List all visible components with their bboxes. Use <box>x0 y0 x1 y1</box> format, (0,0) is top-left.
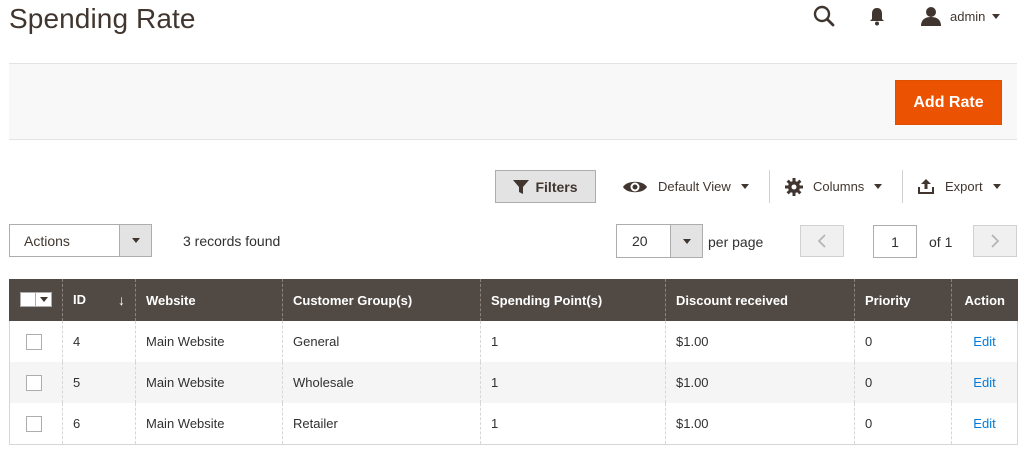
table-row[interactable]: 4 Main Website General 1 $1.00 0 Edit <box>9 321 1018 362</box>
chevron-down-icon <box>874 184 883 189</box>
search-icon[interactable] <box>812 4 836 28</box>
column-header-id[interactable]: ID ↓ <box>62 279 136 321</box>
columns-dropdown[interactable]: Columns <box>785 170 883 203</box>
chevron-down-icon <box>740 184 749 189</box>
table-row[interactable]: 6 Main Website Retailer 1 $1.00 0 Edit <box>9 403 1018 445</box>
records-count: 3 records found <box>183 233 281 249</box>
cell-customer-group: Wholesale <box>282 362 481 403</box>
chevron-left-icon <box>817 234 826 248</box>
chevron-right-icon <box>991 234 1000 248</box>
user-menu[interactable]: admin <box>920 4 1001 28</box>
mass-actions-dropdown[interactable]: Actions <box>9 224 152 257</box>
cell-id: 6 <box>62 403 136 445</box>
chevron-down-icon <box>682 238 691 244</box>
column-header-discount-received[interactable]: Discount received <box>665 279 855 321</box>
cell-discount: $1.00 <box>665 362 855 403</box>
cell-spending-points: 1 <box>480 321 666 362</box>
cell-website: Main Website <box>135 321 283 362</box>
current-page-input[interactable] <box>873 225 917 258</box>
cell-priority: 0 <box>854 403 952 445</box>
row-checkbox[interactable] <box>26 415 42 432</box>
sort-arrow-icon: ↓ <box>118 292 125 308</box>
toolbar-divider <box>769 170 770 203</box>
filters-label: Filters <box>535 178 578 195</box>
gear-icon <box>785 177 803 196</box>
cell-priority: 0 <box>854 362 952 403</box>
column-header-action: Action <box>951 279 1018 321</box>
mass-select-header <box>9 279 63 321</box>
chevron-down-icon <box>992 184 1001 189</box>
column-header-customer-groups[interactable]: Customer Group(s) <box>282 279 481 321</box>
cell-customer-group: General <box>282 321 481 362</box>
export-dropdown[interactable]: Export <box>917 170 1001 203</box>
mass-select-checkbox[interactable] <box>20 291 52 307</box>
cell-id: 5 <box>62 362 136 403</box>
bell-icon[interactable] <box>866 5 888 27</box>
row-checkbox[interactable] <box>26 374 42 391</box>
default-view-label: Default View <box>658 179 731 194</box>
export-icon <box>918 178 934 194</box>
user-name: admin <box>950 8 986 24</box>
per-page-label: per page <box>708 234 764 250</box>
grid-toolbar: Filters Default View Columns Export <box>0 170 1031 204</box>
add-rate-button[interactable]: Add Rate <box>895 80 1002 125</box>
user-icon <box>921 7 941 26</box>
column-header-website[interactable]: Website <box>135 279 283 321</box>
chevron-down-icon <box>131 238 140 243</box>
page-title: Spending Rate <box>9 3 196 34</box>
table-row[interactable]: 5 Main Website Wholesale 1 $1.00 0 Edit <box>9 362 1018 403</box>
per-page-select[interactable]: 20 <box>616 224 703 258</box>
total-pages: of 1 <box>929 234 953 250</box>
dropdown-toggle[interactable] <box>119 225 151 256</box>
toolbar-divider <box>902 170 903 203</box>
cell-spending-points: 1 <box>480 403 666 445</box>
column-header-priority[interactable]: Priority <box>854 279 952 321</box>
per-page-value: 20 <box>632 233 648 249</box>
page-actions-bar: Add Rate <box>9 63 1017 140</box>
spending-rate-grid: ID ↓ Website Customer Group(s) Spending P… <box>9 279 1018 445</box>
filters-button[interactable]: Filters <box>495 170 596 203</box>
cell-website: Main Website <box>135 403 283 445</box>
mass-actions-label: Actions <box>24 232 70 249</box>
cell-discount: $1.00 <box>665 403 855 445</box>
chevron-down-icon <box>39 296 48 302</box>
row-checkbox[interactable] <box>26 333 42 350</box>
cell-spending-points: 1 <box>480 362 666 403</box>
dropdown-toggle[interactable] <box>670 225 702 257</box>
edit-link[interactable]: Edit <box>973 375 995 390</box>
next-page-button[interactable] <box>973 225 1017 257</box>
eye-icon <box>623 181 647 192</box>
cell-website: Main Website <box>135 362 283 403</box>
filter-icon <box>513 179 530 194</box>
default-view-dropdown[interactable]: Default View <box>622 170 749 203</box>
column-header-spending-points[interactable]: Spending Point(s) <box>480 279 666 321</box>
cell-id: 4 <box>62 321 136 362</box>
table-header-row: ID ↓ Website Customer Group(s) Spending P… <box>9 279 1018 321</box>
cell-customer-group: Retailer <box>282 403 481 445</box>
chevron-down-icon <box>992 13 1001 19</box>
edit-link[interactable]: Edit <box>973 334 995 349</box>
previous-page-button[interactable] <box>800 225 844 257</box>
columns-label: Columns <box>813 179 865 194</box>
cell-priority: 0 <box>854 321 952 362</box>
edit-link[interactable]: Edit <box>973 416 995 431</box>
export-label: Export <box>945 179 983 194</box>
cell-discount: $1.00 <box>665 321 855 362</box>
